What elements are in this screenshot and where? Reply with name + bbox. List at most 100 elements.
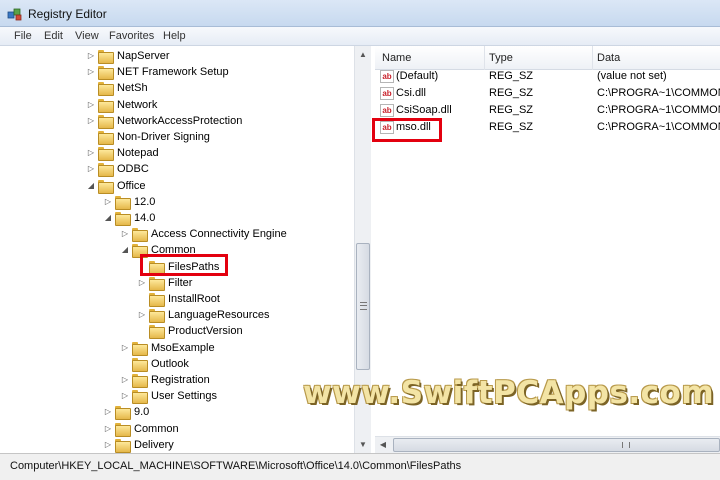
string-value-ab-icon: ab (380, 70, 394, 83)
value-row[interactable]: ab Csi.dll REG_SZ C:\PROGRA~1\COMMON (375, 85, 720, 102)
tree-node[interactable]: ▷ Common (0, 421, 354, 437)
tree-node-label[interactable]: LanguageResources (168, 307, 270, 323)
tree-node-label[interactable]: NetworkAccessProtection (117, 113, 242, 129)
scroll-down-arrow-icon[interactable]: ▼ (355, 436, 371, 453)
tree-node-label[interactable]: Registration (151, 372, 210, 388)
folder-icon (132, 228, 148, 243)
tree-node[interactable]: ▷ Registration (0, 372, 354, 388)
tree-node-label[interactable]: 14.0 (134, 210, 155, 226)
tree-node-label[interactable]: 12.0 (134, 194, 155, 210)
list-horizontal-scrollbar[interactable]: ◀ (375, 436, 720, 453)
scroll-up-arrow-icon[interactable]: ▲ (355, 46, 371, 63)
expand-arrow-icon[interactable]: ▷ (87, 161, 95, 177)
tree-node-label[interactable]: Notepad (117, 145, 159, 161)
expand-arrow-icon[interactable]: ▷ (121, 388, 129, 404)
expand-arrow-icon[interactable]: ▷ (121, 340, 129, 356)
scroll-left-arrow-icon[interactable]: ◀ (375, 437, 391, 453)
tree-node-label[interactable]: InstallRoot (168, 291, 220, 307)
tree-node-label[interactable]: Network (117, 97, 157, 113)
tree-node-label[interactable]: User Settings (151, 388, 217, 404)
tree-node[interactable]: ▷ 12.0 (0, 194, 354, 210)
window-title: Registry Editor (28, 7, 107, 21)
tree-node[interactable]: ▷ User Settings (0, 388, 354, 405)
expand-arrow-icon[interactable]: ▷ (138, 307, 146, 323)
expand-arrow-icon[interactable]: ▷ (138, 275, 146, 291)
expand-arrow-icon[interactable]: ▷ (104, 421, 112, 437)
folder-icon (115, 406, 131, 421)
tree-node-label[interactable]: Office (117, 178, 146, 194)
expand-arrow-icon[interactable]: ▷ (104, 194, 112, 210)
string-value-ab-icon: ab (380, 104, 394, 117)
scroll-thumb[interactable] (393, 438, 720, 452)
tree-node[interactable]: ▷ Delivery (0, 437, 354, 453)
folder-icon (115, 195, 131, 210)
tree-node[interactable]: ◢ Office (0, 178, 354, 194)
expand-arrow-icon[interactable]: ▷ (104, 404, 112, 420)
value-data-cell: C:\PROGRA~1\COMMON (597, 121, 720, 133)
value-type-cell: REG_SZ (489, 70, 534, 82)
expand-arrow-icon[interactable]: ▷ (87, 48, 95, 64)
collapse-arrow-icon[interactable]: ◢ (104, 210, 112, 226)
tree-node-label[interactable]: NapServer (117, 48, 170, 64)
tree-node-label[interactable]: MsoExample (151, 340, 215, 356)
tree-node[interactable]: ▷ Filter (0, 275, 354, 291)
tree-node[interactable]: ▷ MsoExample (0, 340, 354, 356)
tree-node[interactable]: ▷ Access Connectivity Engine (0, 226, 354, 243)
folder-icon (132, 390, 148, 405)
column-header-name[interactable]: Name (382, 52, 411, 64)
expand-arrow-icon[interactable]: ▷ (87, 113, 95, 129)
menu-view[interactable]: View (75, 30, 99, 42)
expand-arrow-icon[interactable]: ▷ (87, 145, 95, 161)
folder-icon (98, 98, 114, 113)
menu-edit[interactable]: Edit (44, 30, 63, 42)
tree-node[interactable]: ◢ 14.0 (0, 210, 354, 226)
tree-node[interactable]: NetSh (0, 80, 354, 97)
value-row[interactable]: ab CsiSoap.dll REG_SZ C:\PROGRA~1\COMMON (375, 102, 720, 119)
scroll-thumb[interactable] (356, 243, 370, 370)
tree-node-label[interactable]: Common (134, 421, 179, 437)
value-row[interactable]: ab (Default) REG_SZ (value not set) (375, 68, 720, 85)
tree-node-label[interactable]: Delivery (134, 437, 174, 453)
folder-icon (115, 212, 131, 226)
tree-node[interactable]: ProductVersion (0, 323, 354, 340)
tree-node[interactable]: ▷ Notepad (0, 145, 354, 162)
tree-node-label[interactable]: Outlook (151, 356, 189, 372)
tree-node[interactable]: Outlook (0, 356, 354, 372)
tree-node[interactable]: InstallRoot (0, 291, 354, 307)
tree-node-label[interactable]: 9.0 (134, 404, 149, 420)
tree-node-label[interactable]: Access Connectivity Engine (151, 226, 287, 242)
tree-node[interactable]: ▷ NET Framework Setup (0, 64, 354, 81)
tree-node[interactable]: ▷ 9.0 (0, 404, 354, 421)
expand-arrow-icon[interactable]: ▷ (121, 226, 129, 242)
folder-icon (98, 66, 114, 81)
menu-favorites[interactable]: Favorites (109, 30, 154, 42)
column-header-type[interactable]: Type (489, 52, 513, 64)
string-value-ab-icon: ab (380, 87, 394, 100)
tree-node-label[interactable]: NET Framework Setup (117, 64, 229, 80)
tree-node[interactable]: ▷ NapServer (0, 48, 354, 64)
column-header-data[interactable]: Data (597, 52, 620, 64)
folder-icon (149, 325, 165, 340)
tree-node-label[interactable]: ODBC (117, 161, 149, 177)
title-bar: Registry Editor (0, 0, 720, 27)
tree-node-label[interactable]: Non-Driver Signing (117, 129, 210, 145)
tree-node[interactable]: ▷ NetworkAccessProtection (0, 113, 354, 129)
tree-node[interactable]: ▷ ODBC (0, 161, 354, 178)
menu-help[interactable]: Help (163, 30, 186, 42)
tree-node-label[interactable]: Filter (168, 275, 192, 291)
tree-node[interactable]: ▷ Network (0, 97, 354, 113)
tree-node-label[interactable]: NetSh (117, 80, 148, 96)
value-name-cell: (Default) (396, 70, 439, 82)
column-divider[interactable] (484, 46, 485, 70)
collapse-arrow-icon[interactable]: ◢ (121, 242, 129, 258)
expand-arrow-icon[interactable]: ▷ (87, 97, 95, 113)
tree-node[interactable]: ▷ LanguageResources (0, 307, 354, 324)
expand-arrow-icon[interactable]: ▷ (121, 372, 129, 388)
tree-node[interactable]: Non-Driver Signing (0, 129, 354, 145)
collapse-arrow-icon[interactable]: ◢ (87, 178, 95, 194)
expand-arrow-icon[interactable]: ▷ (104, 437, 112, 453)
column-divider[interactable] (592, 46, 593, 70)
tree-node-label[interactable]: ProductVersion (168, 323, 243, 339)
expand-arrow-icon[interactable]: ▷ (87, 64, 95, 80)
menu-file[interactable]: File (14, 30, 32, 42)
